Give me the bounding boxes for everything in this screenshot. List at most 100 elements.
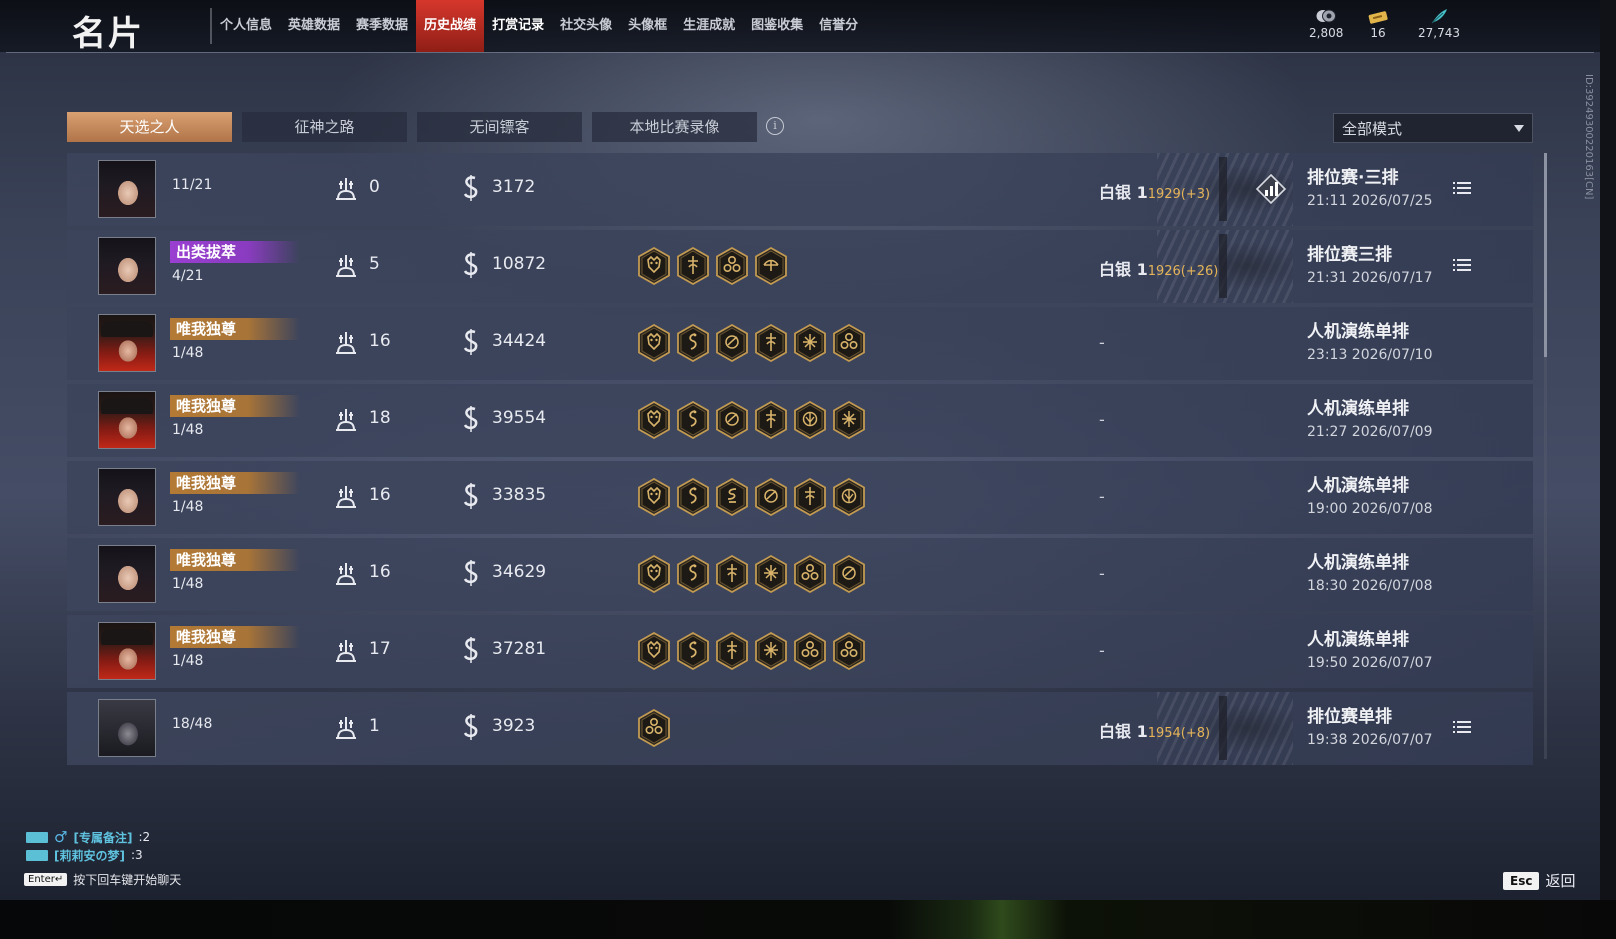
damage-icon xyxy=(463,406,478,432)
flame-cluster-icon[interactable] xyxy=(715,247,749,285)
flame-cluster-icon[interactable] xyxy=(832,324,866,362)
match-row[interactable]: 唯我独尊 1/48 17 37281 - 人机演练单排 19:50 2026/07/07 xyxy=(67,615,1533,688)
match-row[interactable]: 唯我独尊 1/48 16 34424 - 人机演练单排 23:13 2026/07/10 xyxy=(67,307,1533,380)
match-row[interactable]: 唯我独尊 1/48 18 39554 - 人机演练单排 21:27 2026/07/09 xyxy=(67,384,1533,457)
kills-crown-icon xyxy=(336,563,356,585)
hero-hat xyxy=(101,629,153,645)
chat-line: [莉莉安の梦] :3 xyxy=(26,846,150,864)
phoenix-icon[interactable] xyxy=(754,478,788,516)
match-mode: 排位赛·三排 xyxy=(1307,168,1399,188)
kills-crown-icon xyxy=(336,178,356,200)
chat-panel: ♂ [专属备注]:2 [莉莉安の梦]:3 xyxy=(26,828,150,864)
info-icon[interactable]: i xyxy=(766,117,784,135)
hero-avatar xyxy=(98,699,156,757)
sword-icon[interactable] xyxy=(715,632,749,670)
tab-0[interactable]: 天选之人 xyxy=(67,112,232,142)
kills-crown-icon xyxy=(336,486,356,508)
chat-channel-tag xyxy=(26,849,48,861)
demon-mask-icon[interactable] xyxy=(637,247,671,285)
sword-icon[interactable] xyxy=(715,555,749,593)
star-burst-icon[interactable] xyxy=(832,401,866,439)
damage-icon xyxy=(463,560,478,586)
dragon-icon[interactable] xyxy=(676,401,710,439)
kills-crown-icon xyxy=(336,640,356,662)
male-icon: ♂ xyxy=(54,828,68,846)
match-row[interactable]: 出类拔萃 4/21 5 10872 白银 11926(+26) 排位赛三排 21:31 20… xyxy=(67,230,1533,303)
match-mode: 排位赛三排 xyxy=(1307,245,1392,265)
list-details-icon[interactable] xyxy=(1453,258,1471,272)
chat-message: :3 xyxy=(130,848,143,862)
rank-tier: - xyxy=(1099,410,1105,429)
phoenix-icon[interactable] xyxy=(832,555,866,593)
hero-avatar xyxy=(98,545,156,603)
serpent-icon[interactable] xyxy=(715,478,749,516)
item-list xyxy=(637,324,866,362)
damage-value: 10872 xyxy=(492,254,547,274)
nav-item-8[interactable]: 图鉴收集 xyxy=(743,0,811,52)
placement: 1/48 xyxy=(172,345,204,361)
match-row[interactable]: 11/21 0 3172 白银 11929(+3) 排位赛·三排 21:11 2026/0… xyxy=(67,153,1533,226)
demon-mask-icon[interactable] xyxy=(637,324,671,362)
dragon-icon[interactable] xyxy=(676,632,710,670)
sword-icon[interactable] xyxy=(793,478,827,516)
chat-sender[interactable]: [莉莉安の梦] xyxy=(54,847,125,864)
lotus-icon[interactable] xyxy=(793,401,827,439)
hero-avatar xyxy=(98,391,156,449)
nav-item-3[interactable]: 历史战绩 xyxy=(416,0,485,52)
damage-value: 34424 xyxy=(492,331,547,351)
nav-item-7[interactable]: 生涯成就 xyxy=(675,0,743,52)
phoenix-icon[interactable] xyxy=(715,324,749,362)
nav-item-5[interactable]: 社交头像 xyxy=(552,0,620,52)
desktop-background-strip xyxy=(0,900,1616,939)
star-burst-icon[interactable] xyxy=(754,555,788,593)
match-row[interactable]: 唯我独尊 1/48 16 33835 - 人机演练单排 19:00 2026/07/08 xyxy=(67,461,1533,534)
match-mode: 人机演练单排 xyxy=(1307,630,1409,650)
phoenix-icon[interactable] xyxy=(715,401,749,439)
dragon-icon[interactable] xyxy=(676,555,710,593)
sword-icon[interactable] xyxy=(754,324,788,362)
list-details-icon[interactable] xyxy=(1453,181,1471,195)
scrollbar-thumb[interactable] xyxy=(1544,153,1547,357)
nav-item-6[interactable]: 头像框 xyxy=(620,0,675,52)
dragon-icon[interactable] xyxy=(676,478,710,516)
list-details-icon[interactable] xyxy=(1453,720,1471,734)
rank-tier: 白银 11926(+26) xyxy=(1099,256,1218,280)
flame-cluster-icon[interactable] xyxy=(793,632,827,670)
chat-sender[interactable]: [专属备注] xyxy=(73,829,132,846)
demon-mask-icon[interactable] xyxy=(637,478,671,516)
demon-mask-icon[interactable] xyxy=(637,632,671,670)
demon-mask-icon[interactable] xyxy=(637,401,671,439)
currency-coins: 2,808 xyxy=(1309,8,1343,40)
dragon-icon[interactable] xyxy=(676,324,710,362)
chevron-down-icon xyxy=(1514,125,1524,132)
demon-mask-icon[interactable] xyxy=(637,555,671,593)
star-burst-icon[interactable] xyxy=(793,324,827,362)
sword-icon[interactable] xyxy=(676,247,710,285)
back-label: 返回 xyxy=(1545,872,1576,890)
kill-count: 17 xyxy=(369,639,391,659)
back-button[interactable]: Esc 返回 xyxy=(1503,870,1575,891)
nav-item-9[interactable]: 信誉分 xyxy=(811,0,866,52)
stats-chart-icon[interactable] xyxy=(1255,173,1287,205)
lotus-icon[interactable] xyxy=(832,478,866,516)
tab-3[interactable]: 本地比赛录像 xyxy=(592,112,757,142)
item-list xyxy=(637,555,866,593)
flame-cluster-icon[interactable] xyxy=(832,632,866,670)
tickets-value: 16 xyxy=(1370,26,1386,40)
emblem-pillar xyxy=(1219,234,1227,298)
mode-filter-dropdown[interactable]: 全部模式 xyxy=(1333,113,1533,143)
tab-1[interactable]: 征神之路 xyxy=(242,112,407,142)
nav-item-4[interactable]: 打赏记录 xyxy=(484,0,552,52)
match-row[interactable]: 唯我独尊 1/48 16 34629 - 人机演练单排 18:30 2026/07/08 xyxy=(67,538,1533,611)
placement: 1/48 xyxy=(172,653,204,669)
flame-cluster-icon[interactable] xyxy=(637,709,671,747)
flame-cluster-icon[interactable] xyxy=(793,555,827,593)
nav-item-1[interactable]: 英雄数据 xyxy=(280,0,348,52)
nav-item-2[interactable]: 赛季数据 xyxy=(348,0,416,52)
sword-icon[interactable] xyxy=(754,401,788,439)
tab-2[interactable]: 无间镖客 xyxy=(417,112,582,142)
star-burst-icon[interactable] xyxy=(754,632,788,670)
match-row[interactable]: 18/48 1 3923 白银 11954(+8) 排位赛单排 19:38 2026/07… xyxy=(67,692,1533,765)
bow-icon[interactable] xyxy=(754,247,788,285)
nav-item-0[interactable]: 个人信息 xyxy=(212,0,280,52)
